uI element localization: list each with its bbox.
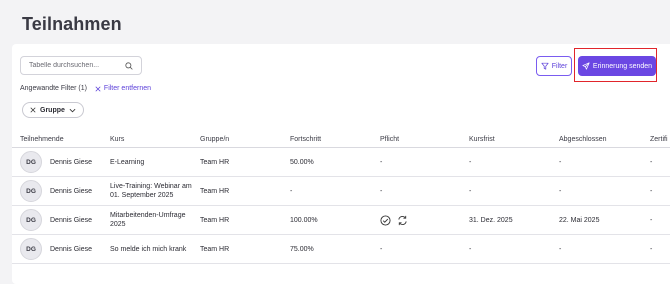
deadline-cell: -: [461, 234, 551, 264]
progress-cell: -: [282, 176, 372, 206]
course-cell: E-Learning: [102, 147, 192, 177]
avatar: DG: [20, 238, 42, 260]
column-header[interactable]: Fortschritt: [282, 132, 372, 148]
page-title: Teilnahmen: [22, 14, 122, 34]
group-cell: Team HR: [192, 147, 282, 177]
course-cell: Mitarbeitenden-Umfrage 2025: [102, 205, 192, 235]
column-header[interactable]: Zertifi: [642, 132, 670, 148]
close-icon: [95, 85, 101, 92]
send-icon: [582, 62, 590, 70]
deadline-cell: 31. Dez. 2025: [461, 205, 551, 235]
filter-chip-label: Gruppe: [40, 106, 65, 114]
search-input[interactable]: [29, 62, 109, 69]
avatar: DG: [20, 180, 42, 202]
mandatory-cell: [372, 205, 461, 235]
clear-filters-label: Filter entfernen: [103, 85, 152, 92]
send-reminder-label: Erinnerung senden: [592, 62, 653, 70]
avatar: DG: [20, 151, 42, 173]
filter-icon: [541, 62, 549, 70]
participant-name: Dennis Giese: [50, 216, 93, 224]
table-row[interactable]: DG Dennis Giese E-Learning Team HR 50.00%…: [12, 147, 670, 177]
column-header[interactable]: Gruppe/n: [192, 132, 282, 148]
group-cell: Team HR: [192, 176, 282, 206]
participations-table: Teilnehmende Kurs Gruppe/n Fortschritt P…: [12, 132, 670, 264]
participations-card: Filter Erinnerung senden Angewandte Filt…: [12, 44, 670, 284]
deadline-cell: -: [461, 147, 551, 177]
chevron-down-icon: [69, 108, 76, 113]
table-row[interactable]: DG Dennis Giese So melde ich mich krank T…: [12, 234, 670, 264]
column-header[interactable]: Abgeschlossen: [551, 132, 642, 148]
filter-button-label: Filter: [551, 62, 568, 70]
progress-cell: 100.00%: [282, 205, 372, 235]
certificate-cell: -: [642, 205, 670, 235]
mandatory-cell: -: [372, 234, 461, 264]
avatar: DG: [20, 209, 42, 231]
table-search[interactable]: [20, 56, 142, 75]
certificate-cell: -: [642, 234, 670, 264]
search-icon: [125, 61, 133, 70]
recurring-icon: [397, 215, 408, 226]
course-cell: Live-Training: Webinar am 01. September …: [102, 176, 192, 206]
filter-button[interactable]: Filter: [536, 56, 572, 76]
certificate-cell: -: [642, 176, 670, 206]
completed-cell: -: [551, 176, 642, 206]
completed-cell: 22. Mai 2025: [551, 205, 642, 235]
completed-cell: -: [551, 147, 642, 177]
check-circle-icon: [380, 214, 391, 226]
table-header-row: Teilnehmende Kurs Gruppe/n Fortschritt P…: [12, 132, 670, 148]
deadline-cell: -: [461, 176, 551, 206]
send-reminder-button[interactable]: Erinnerung senden: [578, 56, 656, 76]
course-cell: So melde ich mich krank: [102, 234, 192, 264]
table-row[interactable]: DG Dennis Giese Mitarbeitenden-Umfrage 20…: [12, 205, 670, 235]
progress-cell: 75.00%: [282, 234, 372, 264]
filter-chip-group[interactable]: Gruppe: [22, 102, 84, 118]
column-header[interactable]: Pflicht: [372, 132, 461, 148]
completed-cell: -: [551, 234, 642, 264]
table-row[interactable]: DG Dennis Giese Live-Training: Webinar am…: [12, 176, 670, 206]
column-header[interactable]: Kursfrist: [461, 132, 551, 148]
group-cell: Team HR: [192, 205, 282, 235]
close-icon[interactable]: [30, 107, 36, 113]
mandatory-cell: -: [372, 176, 461, 206]
mandatory-cell: -: [372, 147, 461, 177]
certificate-cell: -: [642, 147, 670, 177]
column-header[interactable]: Teilnehmende: [12, 132, 102, 148]
progress-cell: 50.00%: [282, 147, 372, 177]
participant-name: Dennis Giese: [50, 187, 93, 195]
participant-name: Dennis Giese: [50, 245, 93, 253]
clear-filters-link[interactable]: Filter entfernen: [95, 85, 151, 92]
group-cell: Team HR: [192, 234, 282, 264]
applied-filters: Angewandte Filter (1) Filter entfernen: [20, 85, 151, 92]
column-header[interactable]: Kurs: [102, 132, 192, 148]
participant-name: Dennis Giese: [50, 158, 93, 166]
applied-filters-label: Angewandte Filter (1): [20, 85, 87, 92]
